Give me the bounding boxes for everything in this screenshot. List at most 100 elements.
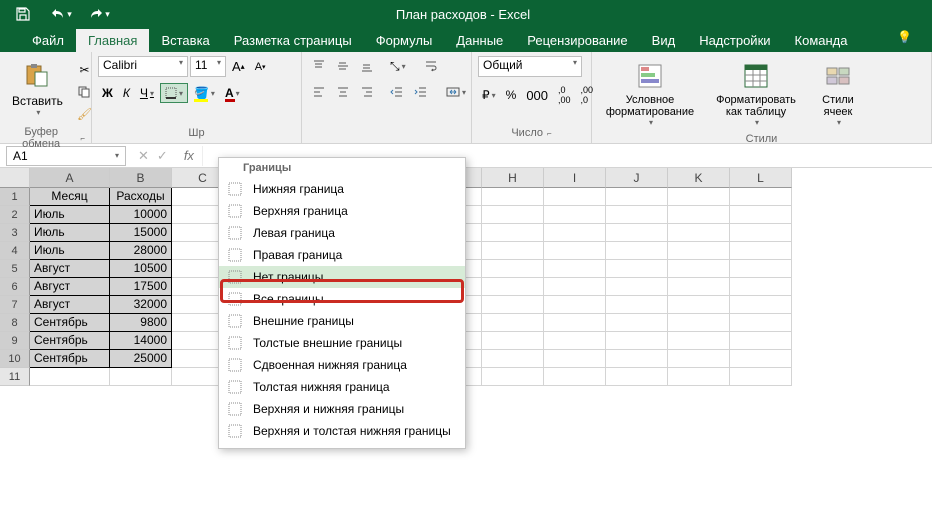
cell[interactable] — [606, 278, 668, 296]
fill-color-button[interactable]: 🪣▾ — [190, 83, 219, 103]
cell[interactable]: 28000 — [110, 242, 172, 260]
enter-formula-button[interactable]: ✓ — [157, 148, 168, 164]
borders-menu-item[interactable]: Внешние границы — [219, 310, 465, 332]
cell[interactable] — [544, 278, 606, 296]
save-button[interactable] — [8, 2, 38, 26]
column-header[interactable]: J — [606, 168, 668, 188]
tab-view[interactable]: Вид — [640, 29, 688, 52]
column-header[interactable]: K — [668, 168, 730, 188]
column-header[interactable]: I — [544, 168, 606, 188]
cell[interactable] — [730, 368, 792, 386]
cell[interactable]: 14000 — [110, 332, 172, 350]
cell[interactable] — [730, 332, 792, 350]
cell[interactable]: Июль — [30, 242, 110, 260]
cell[interactable] — [544, 350, 606, 368]
comma-button[interactable]: 000 — [522, 85, 552, 105]
cell[interactable]: Сентябрь — [30, 332, 110, 350]
borders-menu-item[interactable]: Толстые внешние границы — [219, 332, 465, 354]
cell[interactable] — [544, 206, 606, 224]
orientation-button[interactable]: ⤡▾ — [386, 56, 410, 76]
row-header[interactable]: 7 — [0, 296, 30, 314]
borders-menu-item[interactable]: Все границы — [219, 288, 465, 310]
format-as-table-button[interactable]: Форматировать как таблицу▾ — [706, 56, 806, 131]
cell[interactable] — [730, 242, 792, 260]
row-header[interactable]: 11 — [0, 368, 30, 386]
cell[interactable] — [482, 350, 544, 368]
tab-review[interactable]: Рецензирование — [515, 29, 639, 52]
column-header[interactable]: H — [482, 168, 544, 188]
cell[interactable] — [730, 314, 792, 332]
cell[interactable] — [606, 314, 668, 332]
borders-menu-item[interactable]: Верхняя и толстая нижняя границы — [219, 420, 465, 442]
cell[interactable] — [544, 314, 606, 332]
borders-menu-item[interactable]: Сдвоенная нижняя граница — [219, 354, 465, 376]
borders-menu-item[interactable]: Верхняя и нижняя границы — [219, 398, 465, 420]
font-color-button[interactable]: A▾ — [221, 83, 244, 103]
cell[interactable] — [482, 278, 544, 296]
italic-button[interactable]: К — [119, 83, 134, 103]
cell[interactable] — [606, 260, 668, 278]
cell[interactable] — [606, 296, 668, 314]
cell[interactable] — [668, 188, 730, 206]
align-middle-button[interactable] — [332, 56, 354, 76]
redo-button[interactable]: ▾ — [84, 2, 114, 26]
wrap-text-button[interactable] — [420, 56, 442, 76]
cell[interactable] — [544, 260, 606, 278]
cell[interactable] — [482, 260, 544, 278]
cell-styles-button[interactable]: Стили ячеек▾ — [810, 56, 866, 131]
cell[interactable] — [668, 206, 730, 224]
cell[interactable] — [482, 332, 544, 350]
bold-button[interactable]: Ж — [98, 83, 117, 103]
cell[interactable]: Месяц — [30, 188, 110, 206]
tab-insert[interactable]: Вставка — [149, 29, 221, 52]
row-header[interactable]: 9 — [0, 332, 30, 350]
currency-button[interactable]: ₽▾ — [478, 85, 500, 105]
font-name-combo[interactable]: Calibri ▾ — [98, 56, 188, 77]
cell[interactable]: 10000 — [110, 206, 172, 224]
column-header[interactable]: A — [30, 168, 110, 188]
decrease-indent-button[interactable] — [386, 82, 408, 102]
tab-addins[interactable]: Надстройки — [687, 29, 782, 52]
cell[interactable]: Расходы — [110, 188, 172, 206]
row-header[interactable]: 6 — [0, 278, 30, 296]
tell-me-icon[interactable]: 💡 — [897, 30, 912, 44]
cell[interactable] — [668, 332, 730, 350]
align-center-button[interactable] — [332, 82, 354, 102]
cell[interactable] — [668, 296, 730, 314]
cell[interactable] — [668, 314, 730, 332]
cell[interactable] — [606, 332, 668, 350]
row-header[interactable]: 4 — [0, 242, 30, 260]
cell[interactable]: Июль — [30, 206, 110, 224]
conditional-formatting-button[interactable]: Условное форматирование▾ — [598, 56, 702, 131]
tab-file[interactable]: Файл — [20, 29, 76, 52]
cell[interactable] — [668, 260, 730, 278]
borders-menu-item[interactable]: Нижняя граница — [219, 178, 465, 200]
cell[interactable]: 32000 — [110, 296, 172, 314]
cell[interactable]: Сентябрь — [30, 314, 110, 332]
tab-team[interactable]: Команда — [783, 29, 860, 52]
cell[interactable] — [606, 224, 668, 242]
font-size-combo[interactable]: 11 ▾ — [190, 56, 226, 77]
cell[interactable] — [544, 368, 606, 386]
paste-button[interactable]: Вставить ▾ — [6, 56, 69, 121]
borders-menu-item[interactable]: Правая граница — [219, 244, 465, 266]
cell[interactable] — [730, 296, 792, 314]
row-header[interactable]: 10 — [0, 350, 30, 368]
cell[interactable] — [482, 188, 544, 206]
underline-button[interactable]: Ч▾ — [136, 83, 158, 103]
row-header[interactable]: 5 — [0, 260, 30, 278]
cell[interactable] — [606, 206, 668, 224]
cancel-formula-button[interactable]: ✕ — [138, 148, 149, 164]
cell[interactable] — [730, 188, 792, 206]
cell[interactable] — [544, 332, 606, 350]
undo-button[interactable]: ▾ — [46, 2, 76, 26]
cell[interactable] — [482, 314, 544, 332]
borders-menu-item[interactable]: Нет границы — [219, 266, 465, 288]
cell[interactable] — [544, 224, 606, 242]
align-top-button[interactable] — [308, 56, 330, 76]
cell[interactable] — [482, 206, 544, 224]
borders-button[interactable]: ▾ — [160, 83, 188, 103]
cell[interactable] — [544, 242, 606, 260]
align-right-button[interactable] — [356, 82, 378, 102]
percent-button[interactable]: % — [502, 85, 521, 105]
